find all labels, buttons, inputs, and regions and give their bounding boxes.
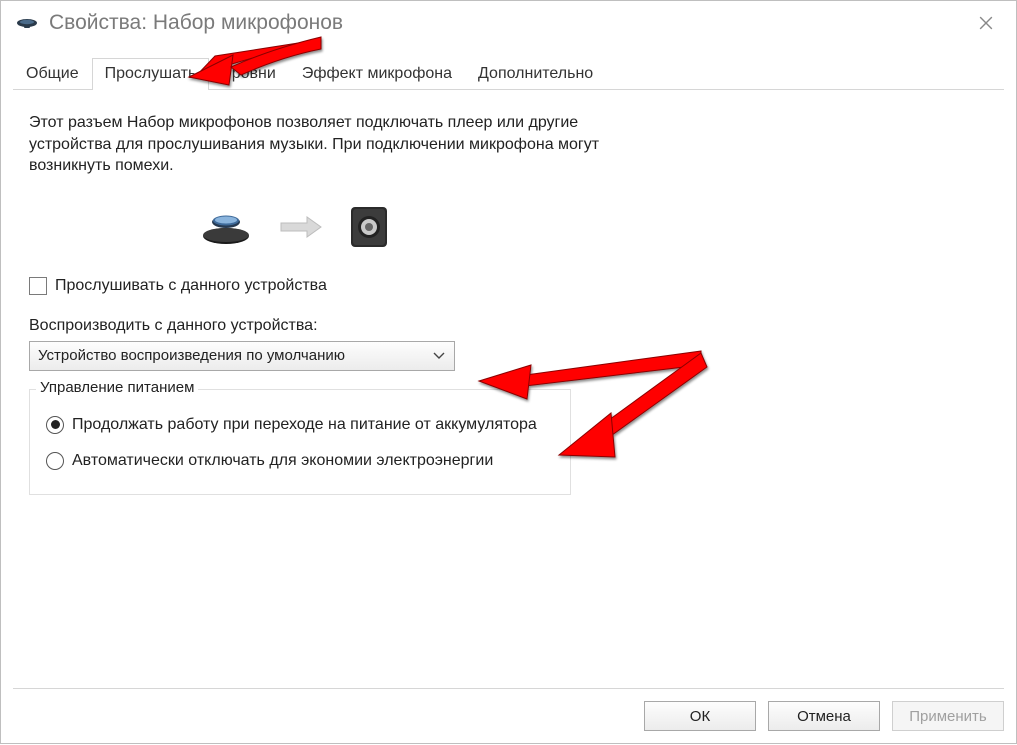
tab-content: Этот разъем Набор микрофонов позволяет п… <box>1 90 1016 700</box>
speaker-icon <box>349 205 391 253</box>
radio-autooff-label: Автоматически отключать для экономии эле… <box>72 452 493 470</box>
power-management-legend: Управление питанием <box>36 379 198 396</box>
button-bar: ОК Отмена Применить <box>13 688 1004 731</box>
illustration-row <box>199 205 990 253</box>
ok-button[interactable]: ОК <box>644 701 756 731</box>
power-management-group: Управление питанием Продолжать работу пр… <box>29 389 571 495</box>
titlebar: Свойства: Набор микрофонов <box>1 1 1016 45</box>
radio-autooff[interactable] <box>46 452 64 470</box>
window-title: Свойства: Набор микрофонов <box>49 11 343 35</box>
listen-checkbox[interactable] <box>29 277 47 295</box>
radio-continue-label: Продолжать работу при переходе на питани… <box>72 416 537 434</box>
playback-device-label: Воспроизводить с данного устройства: <box>29 317 990 335</box>
close-button[interactable] <box>964 5 1008 41</box>
playback-device-select[interactable]: Устройство воспроизведения по умолчанию <box>29 341 455 371</box>
description-text: Этот разъем Набор микрофонов позволяет п… <box>29 112 609 177</box>
window-icon <box>15 15 39 31</box>
apply-button[interactable]: Применить <box>892 701 1004 731</box>
mic-device-icon <box>199 208 253 250</box>
listen-checkbox-row[interactable]: Прослушивать с данного устройства <box>29 277 990 295</box>
radio-continue-row[interactable]: Продолжать работу при переходе на питани… <box>46 416 556 434</box>
radio-continue[interactable] <box>46 416 64 434</box>
properties-window: Свойства: Набор микрофонов Общие Прослуш… <box>0 0 1017 744</box>
tab-advanced[interactable]: Дополнительно <box>465 58 606 90</box>
playback-device-selected: Устройство воспроизведения по умолчанию <box>38 347 430 364</box>
chevron-down-icon <box>430 347 448 364</box>
tab-mic-effect[interactable]: Эффект микрофона <box>289 58 465 90</box>
tab-strip: Общие Прослушать Уровни Эффект микрофона… <box>13 57 1004 90</box>
tab-levels[interactable]: Уровни <box>209 58 289 90</box>
tab-general[interactable]: Общие <box>13 58 92 90</box>
cancel-button[interactable]: Отмена <box>768 701 880 731</box>
tab-listen[interactable]: Прослушать <box>92 58 210 90</box>
listen-checkbox-label: Прослушивать с данного устройства <box>55 277 327 295</box>
radio-autooff-row[interactable]: Автоматически отключать для экономии эле… <box>46 452 556 470</box>
arrow-right-icon <box>279 213 323 245</box>
